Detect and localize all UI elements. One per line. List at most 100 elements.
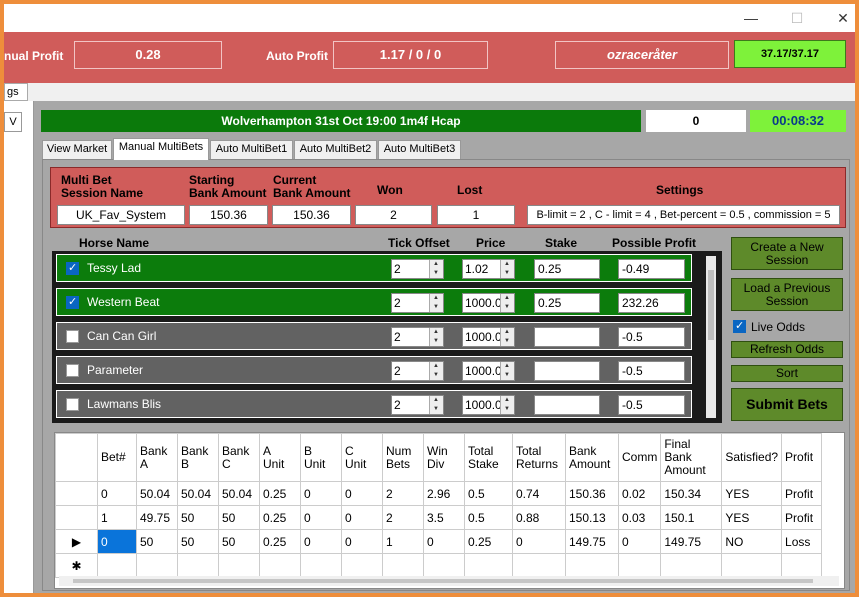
grid-column-header[interactable]: Total Stake — [464, 433, 513, 482]
grid-cell[interactable]: 0 — [512, 529, 566, 554]
starting-bank-field[interactable]: 150.36 — [189, 205, 268, 225]
grid-cell[interactable]: 0.25 — [259, 481, 301, 506]
grid-cell[interactable] — [218, 553, 260, 578]
spin-arrows-icon[interactable] — [500, 362, 514, 380]
spin-arrows-icon[interactable] — [429, 294, 443, 312]
grid-cell[interactable] — [382, 553, 424, 578]
grid-column-header[interactable]: Bank Amount — [565, 433, 619, 482]
table-row[interactable]: 1 49.75 50 50 0.25 0 0 2 3.5 0.5 0.88 150.13 0.03 150… — [55, 505, 823, 530]
grid-column-header[interactable]: Comm — [617, 433, 662, 482]
price-stepper[interactable]: 1000.0 — [462, 327, 515, 347]
load-session-button[interactable]: Load a Previous Session — [731, 278, 843, 311]
grid-cell[interactable]: 0 — [617, 529, 662, 554]
grid-cell[interactable]: 0 — [341, 505, 383, 530]
grid-column-header[interactable]: Bank A — [136, 433, 178, 482]
stake-input[interactable] — [534, 361, 600, 381]
tab-manual-multibets[interactable]: Manual MultiBets — [113, 138, 209, 160]
grid-column-header[interactable]: C Unit — [341, 433, 383, 482]
horse-row[interactable]: Parameter 2 1000.0 -0.5 — [56, 356, 692, 384]
grid-cell[interactable] — [259, 553, 301, 578]
grid-column-header[interactable]: Satisfied? — [721, 433, 783, 482]
grid-cell[interactable]: 150.13 — [565, 505, 619, 530]
table-row[interactable]: ▶ 0 50 50 50 0.25 0 0 1 0 0.25 0 149.75 0 149.75 NO Loss — [55, 529, 823, 554]
horse-checkbox[interactable] — [66, 364, 79, 377]
stake-input[interactable]: 0.25 — [534, 293, 600, 313]
grid-cell[interactable]: 0.25 — [259, 505, 301, 530]
grid-cell[interactable]: 0.5 — [464, 481, 513, 506]
grid-column-header[interactable]: Final Bank Amount — [660, 433, 723, 482]
tab-auto-multibet1[interactable]: Auto MultiBet1 — [210, 140, 293, 159]
price-stepper[interactable]: 1000.0 — [462, 395, 515, 415]
spin-arrows-icon[interactable] — [500, 294, 514, 312]
grid-cell[interactable] — [300, 553, 342, 578]
grid-cell[interactable]: YES — [721, 481, 783, 506]
grid-column-header[interactable]: Total Returns — [512, 433, 566, 482]
lost-field[interactable]: 1 — [437, 205, 515, 225]
possible-profit-field[interactable]: -0.5 — [618, 395, 685, 415]
grid-horizontal-scrollbar[interactable] — [59, 576, 839, 586]
grid-column-header[interactable]: A Unit — [259, 433, 301, 482]
grid-column-header[interactable]: B Unit — [300, 433, 342, 482]
grid-cell[interactable]: 0.03 — [617, 505, 662, 530]
grid-cell[interactable]: 50 — [218, 505, 260, 530]
grid-cell[interactable]: 0 — [300, 529, 342, 554]
spin-arrows-icon[interactable] — [500, 396, 514, 414]
spin-arrows-icon[interactable] — [429, 362, 443, 380]
grid-column-header[interactable]: Bet# — [97, 433, 137, 482]
price-stepper[interactable]: 1000.0 — [462, 293, 515, 313]
possible-profit-field[interactable]: 232.26 — [618, 293, 685, 313]
new-row[interactable]: ✱ — [55, 553, 823, 578]
grid-cell[interactable]: 0 — [97, 529, 137, 554]
tab-auto-multibet3[interactable]: Auto MultiBet3 — [378, 140, 461, 159]
grid-cell[interactable] — [721, 553, 783, 578]
grid-cell[interactable]: 0.25 — [259, 529, 301, 554]
tick-offset-stepper[interactable]: 2 — [391, 361, 444, 381]
tab-auto-multibet2[interactable]: Auto MultiBet2 — [294, 140, 377, 159]
grid-cell[interactable]: 1 — [382, 529, 424, 554]
tick-offset-stepper[interactable]: 2 — [391, 327, 444, 347]
grid-cell[interactable] — [781, 553, 823, 578]
grid-cell[interactable]: 50 — [218, 529, 260, 554]
grid-cell[interactable]: 150.34 — [660, 481, 723, 506]
minimize-button[interactable]: — — [736, 8, 766, 28]
grid-cell[interactable]: 0 — [300, 505, 342, 530]
grid-cell[interactable] — [341, 553, 383, 578]
spin-arrows-icon[interactable] — [429, 328, 443, 346]
grid-cell[interactable]: 50.04 — [136, 481, 178, 506]
grid-cell[interactable]: 2 — [382, 505, 424, 530]
grid-cell[interactable] — [136, 553, 178, 578]
grid-cell[interactable] — [565, 553, 619, 578]
maximize-button[interactable]: ☐ — [782, 8, 812, 28]
grid-cell[interactable]: 150.36 — [565, 481, 619, 506]
grid-cell[interactable]: 0.02 — [617, 481, 662, 506]
grid-column-header[interactable]: Win Div — [423, 433, 465, 482]
grid-cell[interactable]: 50.04 — [177, 481, 219, 506]
grid-cell[interactable] — [464, 553, 513, 578]
grid-cell[interactable]: Loss — [781, 529, 823, 554]
grid-cell[interactable]: 0 — [300, 481, 342, 506]
grid-cell[interactable]: 3.5 — [423, 505, 465, 530]
horse-checkbox[interactable] — [66, 261, 79, 275]
horse-row[interactable]: Western Beat 2 1000.0 0.25 232.26 — [56, 288, 692, 316]
horse-checkbox[interactable] — [66, 398, 79, 411]
possible-profit-field[interactable]: -0.5 — [618, 361, 685, 381]
grid-cell[interactable] — [512, 553, 566, 578]
grid-cell[interactable] — [97, 553, 137, 578]
scrollbar-thumb[interactable] — [708, 270, 714, 340]
grid-cell[interactable]: 149.75 — [565, 529, 619, 554]
grid-cell[interactable] — [177, 553, 219, 578]
spin-arrows-icon[interactable] — [429, 260, 443, 278]
spin-arrows-icon[interactable] — [429, 396, 443, 414]
horse-row[interactable]: Tessy Lad 2 1.02 0.25 -0.49 — [56, 254, 692, 282]
grid-column-header[interactable]: Profit — [781, 433, 823, 482]
grid-cell[interactable]: 149.75 — [660, 529, 723, 554]
grid-cell[interactable]: 1 — [97, 505, 137, 530]
grid-cell[interactable] — [617, 553, 662, 578]
grid-cell[interactable]: 0.5 — [464, 505, 513, 530]
grid-cell[interactable]: YES — [721, 505, 783, 530]
tick-offset-stepper[interactable]: 2 — [391, 259, 444, 279]
tick-offset-stepper[interactable]: 2 — [391, 395, 444, 415]
stake-input[interactable]: 0.25 — [534, 259, 600, 279]
grid-cell[interactable]: 0.88 — [512, 505, 566, 530]
current-bank-field[interactable]: 150.36 — [272, 205, 351, 225]
